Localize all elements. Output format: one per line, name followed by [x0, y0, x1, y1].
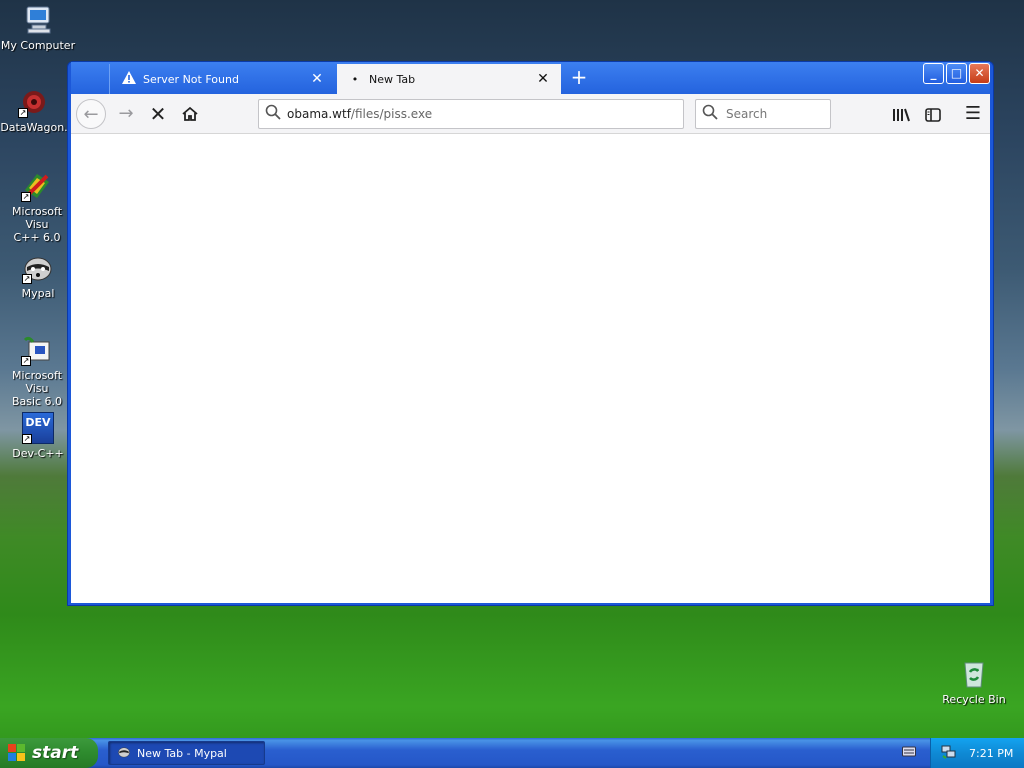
- mypal-raccoon-icon: ↗: [22, 252, 54, 284]
- desktop-icon-devcpp[interactable]: DEV ↗ Dev-C++: [0, 412, 76, 460]
- shortcut-arrow-icon: ↗: [18, 108, 28, 118]
- shortcut-arrow-icon: ↗: [21, 192, 31, 202]
- browser-window: Server Not Found ✕ • New Tab ✕ + _ □ ✕ ←…: [67, 61, 994, 606]
- tab-server-not-found[interactable]: Server Not Found ✕: [109, 64, 335, 94]
- shortcut-arrow-icon: ↗: [21, 356, 31, 366]
- desktop-icon-label: DataWagon.: [0, 121, 68, 134]
- mypal-raccoon-icon: [117, 746, 131, 761]
- forward-button[interactable]: →: [111, 99, 141, 129]
- arrow-right-icon: →: [118, 103, 134, 124]
- tab-close-icon[interactable]: ✕: [309, 71, 325, 87]
- keyboard-layout-icon[interactable]: [902, 745, 918, 759]
- computer-icon: [22, 4, 54, 36]
- navigation-toolbar: ← → ✕ obama.wtf/files/piss.exe Search ☰: [71, 94, 990, 134]
- library-icon: [892, 105, 910, 123]
- desktop-icon-msvb[interactable]: ↗ Microsoft Visu Basic 6.0: [0, 334, 75, 408]
- url-text: obama.wtf/files/piss.exe: [287, 107, 432, 121]
- home-button[interactable]: [175, 99, 205, 129]
- page-content[interactable]: [71, 134, 990, 603]
- desktop-icon-label: Microsoft Visu C++ 6.0: [11, 205, 63, 244]
- desktop-icon-label: Dev-C++: [12, 447, 64, 460]
- minimize-button[interactable]: _: [923, 63, 944, 84]
- desktop-icon-label: Mypal: [21, 287, 55, 300]
- sidebar-button[interactable]: [921, 102, 945, 126]
- system-tray: 7:21 PM: [930, 738, 1024, 768]
- hamburger-menu-icon: ☰: [964, 103, 982, 124]
- home-icon: [182, 103, 198, 124]
- warning-icon: [121, 71, 137, 87]
- desktop-icon-recycle-bin[interactable]: Recycle Bin: [936, 658, 1012, 706]
- tab-title: New Tab: [369, 72, 416, 86]
- desktop-icon-mypal[interactable]: ↗ Mypal: [0, 252, 76, 300]
- desktop-icon-my-computer[interactable]: My Computer: [0, 4, 76, 52]
- close-button[interactable]: ✕: [969, 63, 990, 84]
- new-tab-button[interactable]: +: [567, 66, 591, 90]
- loading-dot-icon: •: [351, 72, 359, 86]
- search-icon: [265, 104, 287, 124]
- search-placeholder: Search: [726, 107, 768, 121]
- window-controls: _ □ ✕: [923, 63, 990, 84]
- search-bar[interactable]: Search: [695, 99, 831, 129]
- shortcut-arrow-icon: ↗: [22, 274, 32, 284]
- start-label: start: [32, 743, 79, 763]
- tab-bar: Server Not Found ✕ • New Tab ✕ + _ □ ✕: [71, 62, 990, 94]
- taskbar: start New Tab - Mypal 7:21 PM: [0, 738, 1024, 768]
- maximize-button[interactable]: □: [946, 63, 967, 84]
- desktop-icon-label: Microsoft Visu Basic 6.0: [11, 369, 63, 408]
- arrow-left-icon: ←: [83, 104, 99, 125]
- back-button[interactable]: ←: [76, 99, 106, 129]
- windows-logo-icon: [8, 744, 26, 762]
- stop-button[interactable]: ✕: [143, 99, 173, 129]
- datawagon-icon: ↗: [18, 86, 50, 118]
- search-icon: [702, 104, 726, 124]
- start-button[interactable]: start: [0, 738, 98, 768]
- devcpp-icon: DEV ↗: [22, 412, 54, 444]
- tab-close-icon[interactable]: ✕: [535, 71, 551, 87]
- clock: 7:21 PM: [969, 746, 1014, 760]
- url-bar[interactable]: obama.wtf/files/piss.exe: [258, 99, 684, 129]
- desktop-icon-label: My Computer: [0, 39, 76, 52]
- tab-new-tab[interactable]: • New Tab ✕: [337, 64, 561, 94]
- url-host: obama.wtf: [287, 107, 351, 121]
- desktop-icon-msvc[interactable]: ↗ Microsoft Visu C++ 6.0: [0, 170, 75, 244]
- menu-button[interactable]: ☰: [961, 102, 985, 126]
- recycle-bin-icon: [958, 658, 990, 690]
- taskbar-item-mypal[interactable]: New Tab - Mypal: [108, 741, 265, 765]
- sidebar-icon: [925, 105, 941, 123]
- stop-x-icon: ✕: [149, 102, 167, 126]
- taskbar-item-label: New Tab - Mypal: [137, 746, 227, 760]
- library-button[interactable]: [889, 102, 913, 126]
- desktop-icon-label: Recycle Bin: [942, 693, 1006, 706]
- desktop-icon-datawagon[interactable]: ↗ DataWagon.: [0, 86, 72, 134]
- shortcut-arrow-icon: ↗: [22, 434, 32, 444]
- visual-cpp-icon: ↗: [21, 170, 53, 202]
- url-path: /files/piss.exe: [350, 107, 433, 121]
- network-icon[interactable]: [941, 745, 957, 762]
- tab-title: Server Not Found: [143, 72, 239, 86]
- visual-basic-icon: ↗: [21, 334, 53, 366]
